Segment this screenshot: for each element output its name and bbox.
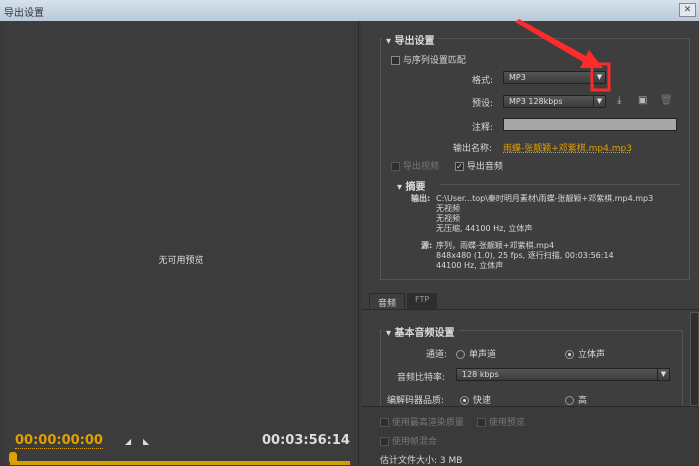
close-icon[interactable]: ✕ [679, 3, 696, 17]
max-quality-checkbox[interactable]: 使用最高渲染质量 [380, 415, 464, 428]
audio-settings-header[interactable]: ▾ 基本音频设置 [382, 324, 459, 339]
stereo-radio[interactable]: 立体声 [565, 347, 605, 360]
tab-divider [362, 309, 699, 310]
summary-line: 44100 Hz, 立体声 [436, 261, 504, 270]
tab-audio[interactable]: 音频 [369, 293, 406, 309]
save-preset-icon[interactable]: ⤓ [617, 95, 621, 106]
summary-title: 摘要 [405, 182, 426, 193]
high-label: 高 [578, 396, 588, 406]
quality-label: 编解码器品质: [387, 396, 445, 406]
bitrate-value: 128 kbps [462, 370, 499, 379]
timeline-bar[interactable] [10, 461, 350, 465]
summary-line: 无压缩, 44100 Hz, 立体声 [436, 224, 533, 233]
mark-in-icon[interactable]: ◢ [125, 437, 133, 446]
mono-label: 单声道 [469, 350, 497, 360]
no-preview-text: 无可用预览 [158, 256, 204, 266]
output-name-link[interactable]: 雨蝶-张靓颖+邓紫棋.mp4.mp3 [503, 141, 632, 154]
chevron-down-icon[interactable]: ▼ [593, 96, 605, 107]
summary-divider [440, 184, 680, 185]
summary-line: 序列，雨蝶-张靓颖+邓紫棋.mp4 [436, 241, 555, 250]
playhead-handle[interactable] [9, 452, 17, 462]
window-title: 导出设置 [4, 8, 44, 19]
import-preset-icon[interactable]: ▣ [638, 95, 647, 106]
format-label: 格式: [472, 76, 494, 86]
export-video-label: 导出视频 [402, 162, 439, 172]
format-dropdown[interactable]: MP3 ▼ [503, 71, 606, 84]
high-radio[interactable]: 高 [565, 393, 587, 406]
export-video-checkbox[interactable]: 导出视频 [391, 159, 439, 172]
source-label: 源: [421, 241, 433, 250]
output-name-label: 输出名称: [453, 144, 493, 154]
preset-label: 预设: [472, 99, 494, 109]
summary-header[interactable]: ▾ 摘要 [397, 178, 426, 193]
stereo-label: 立体声 [578, 350, 606, 360]
delete-preset-icon[interactable]: 🗑 [660, 95, 673, 106]
title-bar: 导出设置 [0, 0, 699, 21]
preset-value: MP3 128kbps [509, 97, 563, 106]
comment-label: 注释: [472, 123, 494, 133]
section-title: 导出设置 [394, 36, 435, 47]
use-preview-label: 使用预览 [488, 418, 525, 428]
chevron-down-icon[interactable]: ▼ [657, 369, 669, 380]
bitrate-label: 音频比特率: [397, 373, 446, 383]
mark-out-icon[interactable]: ◣ [143, 437, 151, 446]
format-value: MP3 [509, 73, 526, 82]
max-quality-label: 使用最高渲染质量 [391, 418, 464, 428]
scrollbar[interactable] [690, 312, 699, 406]
current-timecode[interactable]: 00:00:00:00 [15, 433, 103, 449]
comment-input[interactable] [503, 118, 677, 131]
use-preview-checkbox[interactable]: 使用预览 [477, 415, 525, 428]
match-sequence-label: 与序列设置匹配 [402, 56, 466, 66]
source-summary: 序列，雨蝶-张靓颖+邓紫棋.mp4 848x480 (1.0), 25 fps,… [436, 241, 614, 271]
preview-panel: 无可用预览 [3, 21, 359, 465]
section-title: 基本音频设置 [394, 328, 455, 339]
match-sequence-checkbox[interactable]: 与序列设置匹配 [391, 53, 466, 66]
frame-blend-label: 使用帧混合 [391, 437, 437, 447]
fast-radio[interactable]: 快速 [460, 393, 491, 406]
channel-label: 通道: [426, 350, 448, 360]
output-label: 输出: [411, 194, 431, 203]
output-summary: C:\User...top\秦时明月素材\雨蝶-张靓颖+邓紫棋.mp4.mp3 … [436, 194, 653, 234]
summary-line: C:\User...top\秦时明月素材\雨蝶-张靓颖+邓紫棋.mp4.mp3 [436, 194, 654, 203]
bitrate-dropdown[interactable]: 128 kbps ▼ [456, 368, 670, 381]
fast-label: 快速 [473, 396, 492, 406]
export-audio-checkbox[interactable]: ✓ 导出音频 [455, 159, 503, 172]
summary-line: 无视频 [436, 204, 460, 213]
frame-blend-checkbox[interactable]: 使用帧混合 [380, 434, 437, 447]
tab-ftp[interactable]: FTP [407, 293, 438, 309]
duration-timecode: 00:03:56:14 [262, 433, 350, 448]
summary-line: 无视频 [436, 214, 460, 223]
summary-line: 848x480 (1.0), 25 fps, 逐行扫描, 00:03:56:14 [436, 251, 614, 260]
chevron-down-icon[interactable]: ▼ [593, 72, 605, 83]
mono-radio[interactable]: 单声道 [456, 347, 496, 360]
export-audio-label: 导出音频 [466, 162, 503, 172]
preset-dropdown[interactable]: MP3 128kbps ▼ [503, 95, 606, 108]
export-settings-header[interactable]: ▾ 导出设置 [382, 32, 439, 47]
file-size: 估计文件大小: 3 MB [380, 456, 463, 466]
